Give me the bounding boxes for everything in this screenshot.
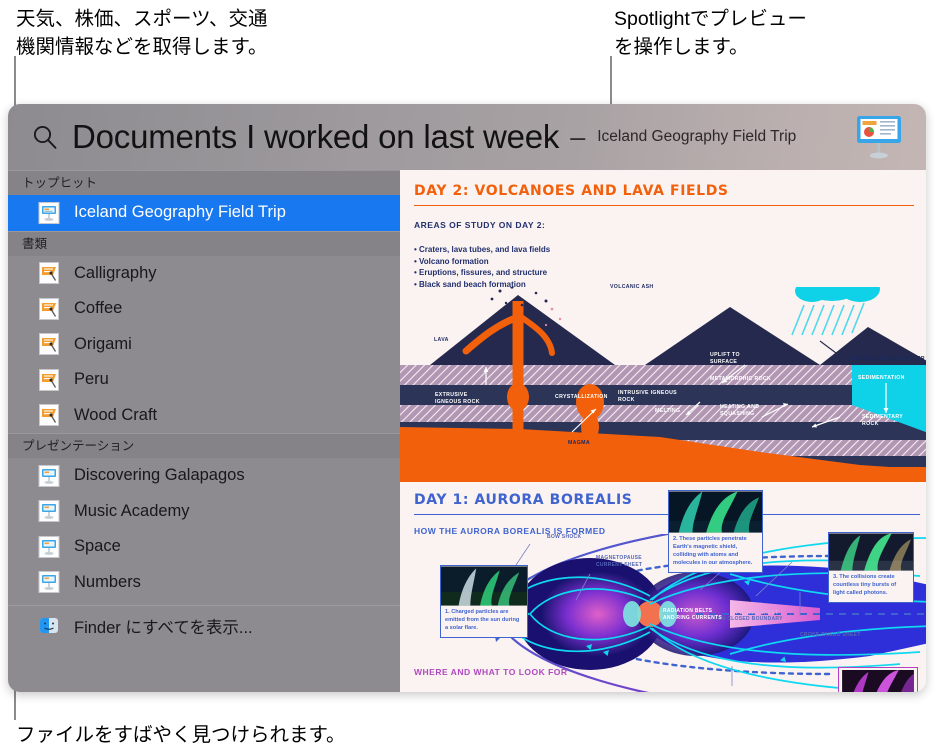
label-volcanic-ash: VOLCANIC ASH (610, 284, 654, 290)
callout-leader-left (14, 56, 16, 108)
result-label: Iceland Geography Field Trip (74, 203, 286, 222)
spotlight-search-bar[interactable]: Documents I worked on last week – Icelan… (8, 104, 926, 170)
search-result-subtitle: Iceland Geography Field Trip (597, 128, 797, 145)
keynote-document-icon (38, 464, 60, 487)
label-lava: LAVA (434, 337, 449, 343)
label-magnetopause: MAGNETOPAUSE CURRENT SHEET (596, 555, 643, 568)
spotlight-body: トップヒット Iceland Geography Field Trip 書類 C… (8, 170, 926, 692)
section-header-presentations: プレゼンテーション (8, 433, 400, 458)
show-all-in-finder-row[interactable]: Finder にすべてを表示... (8, 608, 400, 644)
caption-1[interactable]: 1. Charged particles are emitted from th… (440, 565, 528, 638)
results-sidebar: トップヒット Iceland Geography Field Trip 書類 C… (8, 170, 400, 692)
spotlight-window: Documents I worked on last week – Icelan… (8, 104, 926, 692)
slide-day2-subhead: AREAS OF STUDY ON DAY 2: (414, 220, 546, 230)
search-separator: – (570, 121, 586, 152)
result-label: Wood Craft (74, 405, 158, 424)
search-icon (33, 125, 57, 149)
slide-day1-title: DAY 1: AURORA BOREALIS (414, 492, 633, 508)
caption-3-text: 3. The collisions create countless tiny … (833, 574, 897, 596)
pages-document-icon (39, 297, 59, 320)
label-radiation-belts: RADIATION BELTS AND RING CURRENTS (663, 608, 722, 621)
volcano-cross-section-diagram (400, 287, 926, 482)
result-label: Peru (74, 370, 109, 389)
keynote-document-icon (38, 535, 60, 558)
label-heating-squashing: HEATING AND SQUASHING (720, 404, 760, 417)
section-header-top-hit: トップヒット (8, 170, 400, 195)
label-magma: MAGMA (568, 440, 590, 446)
result-row-origami[interactable]: Origami (8, 327, 400, 363)
label-bow-shock: BOW SHOCK (547, 534, 582, 540)
slide-day-2[interactable]: DAY 2: VOLCANOES AND LAVA FIELDS AREAS O… (400, 170, 926, 482)
slide-day-1[interactable]: DAY 1: AURORA BOREALIS HOW THE AURORA BO… (400, 482, 926, 692)
result-row-peru[interactable]: Peru (8, 362, 400, 398)
result-row-numbers[interactable]: Numbers (8, 565, 400, 601)
label-sedimentary-rock: SEDIMENTARY ROCK (862, 414, 904, 427)
aurora-photo-1 (441, 566, 527, 606)
result-row-iceland-geography-field-trip[interactable]: Iceland Geography Field Trip (8, 195, 400, 231)
result-row-calligraphy[interactable]: Calligraphy (8, 256, 400, 292)
slide-day1-footer: WHERE AND WHAT TO LOOK FOR (414, 667, 568, 677)
result-label: Discovering Galapagos (74, 466, 245, 485)
result-label: Space (74, 537, 121, 556)
pages-document-icon (39, 368, 59, 391)
keynote-document-icon (38, 201, 60, 224)
show-all-label: Finder にすべてを表示... (74, 618, 253, 637)
result-label: Origami (74, 334, 132, 353)
pages-document-icon (39, 404, 59, 427)
label-intrusive-igneous-rock: INTRUSIVE IGNEOUS ROCK (618, 390, 677, 403)
caption-1-text: 1. Charged particles are emitted from th… (445, 609, 520, 631)
aurora-photo-4-frame[interactable] (838, 667, 918, 692)
keynote-document-icon (38, 571, 60, 594)
result-row-discovering-galapagos[interactable]: Discovering Galapagos (8, 458, 400, 494)
preview-pane[interactable]: DAY 2: VOLCANOES AND LAVA FIELDS AREAS O… (400, 170, 926, 692)
caption-3[interactable]: 3. The collisions create countless tiny … (828, 532, 914, 603)
callout-top-left: 天気、株価、スポーツ、交通 機関情報などを取得します。 (16, 8, 268, 58)
label-erosion: EROSION FROM WEATHER (850, 356, 925, 362)
keynote-icon (857, 116, 901, 159)
list-divider (8, 605, 400, 606)
label-plasma-sheet: PLASMA SHEET (736, 610, 779, 616)
result-label: Music Academy (74, 501, 190, 520)
label-uplift: UPLIFT TO SURFACE (710, 352, 740, 365)
slide-day2-title: DAY 2: VOLCANOES AND LAVA FIELDS (414, 183, 729, 199)
result-row-music-academy[interactable]: Music Academy (8, 494, 400, 530)
label-extrusive-igneous-rock: EXTRUSIVE IGNEOUS ROCK (435, 392, 480, 405)
section-header-documents: 書類 (8, 230, 400, 256)
caption-2[interactable]: 2. These particles penetrate Earth's mag… (668, 490, 763, 573)
keynote-document-icon (38, 500, 60, 523)
result-row-coffee[interactable]: Coffee (8, 291, 400, 327)
label-cross-tailed-sheet: CROSS-TAILED SHEET (800, 632, 861, 638)
label-melting: MELTING (655, 408, 681, 414)
label-metamorphic-rock: METAMORPHIC ROCK (710, 376, 772, 382)
result-label: Coffee (74, 299, 123, 318)
label-sedimentation: SEDIMENTATION (858, 375, 905, 381)
result-label: Numbers (74, 572, 141, 591)
search-query-text[interactable]: Documents I worked on last week (72, 118, 559, 156)
slide-day2-rule (414, 205, 914, 207)
result-label: Calligraphy (74, 263, 157, 282)
pages-document-icon (39, 333, 59, 356)
caption-2-text: 2. These particles penetrate Earth's mag… (673, 536, 753, 566)
aurora-photo-3 (829, 533, 913, 571)
pages-document-icon (39, 262, 59, 285)
aurora-photo-4 (842, 670, 914, 692)
result-row-space[interactable]: Space (8, 529, 400, 565)
slide-day1-rule (414, 514, 920, 516)
finder-icon (40, 617, 58, 633)
callout-bottom: ファイルをすばやく見つけられます。 (16, 724, 346, 746)
label-crystallization: CRYSTALLIZATION (555, 394, 608, 400)
result-row-wood-craft[interactable]: Wood Craft (8, 398, 400, 434)
aurora-photo-2 (669, 491, 762, 533)
callout-top-right: Spotlightでプレビュー を操作します。 (614, 8, 807, 58)
